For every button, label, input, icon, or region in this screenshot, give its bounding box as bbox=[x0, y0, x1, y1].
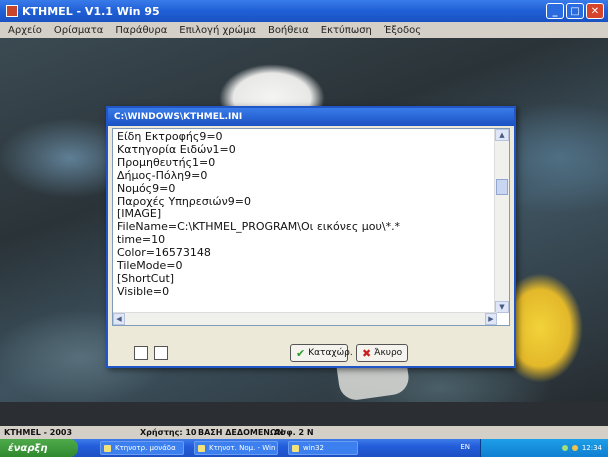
main-titlebar[interactable]: KTHMEL - V1.1 Win 95 _ □ ✕ bbox=[0, 0, 608, 22]
app-icon bbox=[6, 5, 18, 17]
scroll-up-icon[interactable]: ▲ bbox=[495, 129, 509, 141]
ini-line: Νομός9=0 bbox=[117, 181, 176, 195]
language-indicator[interactable]: EN bbox=[460, 443, 470, 451]
cancel-x-icon: ✖ bbox=[362, 346, 372, 360]
scroll-left-icon[interactable]: ◀ bbox=[113, 313, 125, 325]
ini-line: Είδη Εκτροφής9=0 bbox=[117, 130, 223, 143]
horizontal-scrollbar[interactable]: ◀ ▶ bbox=[113, 312, 497, 325]
check-icon: ✔ bbox=[296, 346, 306, 360]
option-box-1[interactable] bbox=[134, 346, 148, 360]
menu-item-exit[interactable]: Έξοδος bbox=[384, 25, 421, 36]
taskbar-item[interactable]: Κτηνοτρ. μονάδα bbox=[100, 441, 184, 455]
save-button-label: Καταχώρ. bbox=[308, 348, 353, 358]
minimize-button[interactable]: _ bbox=[546, 3, 564, 19]
close-button[interactable]: ✕ bbox=[586, 3, 604, 19]
vertical-scrollbar[interactable]: ▲ ▼ bbox=[494, 129, 509, 313]
ini-line: Visible=0 bbox=[117, 284, 170, 298]
system-tray: 12:34 bbox=[480, 439, 608, 457]
ini-line: TileMode=0 bbox=[117, 259, 183, 273]
status-flag: Ασφ. 2 Ν bbox=[274, 428, 314, 437]
taskbar: έναρξη Κτηνοτρ. μονάδα Κτηνοτ. Νομ. - Wi… bbox=[0, 439, 608, 457]
menu-item-file[interactable]: Αρχείο bbox=[8, 25, 42, 36]
option-box-2[interactable] bbox=[154, 346, 168, 360]
menu-item-color[interactable]: Επιλογή χρώμα bbox=[179, 25, 256, 36]
status-app: KTHMEL - 2003 bbox=[4, 428, 73, 437]
ini-line: FileName=C:\KTHMEL_PROGRAM\Οι εικόνες μο… bbox=[117, 220, 401, 234]
statusbar: KTHMEL - 2003 Χρήστης: 10 ΒΑΣΗ ΔΕΔΟΜΕΝΩΝ… bbox=[0, 426, 608, 439]
ini-line: Παροχές Υπηρεσιών9=0 bbox=[117, 194, 251, 208]
start-button[interactable]: έναρξη bbox=[0, 439, 78, 457]
menu-item-windows[interactable]: Παράθυρα bbox=[115, 25, 167, 36]
cancel-button[interactable]: ✖ Άκυρο bbox=[356, 344, 408, 362]
status-user: Χρήστης: 10 bbox=[140, 428, 197, 437]
scroll-down-icon[interactable]: ▼ bbox=[495, 301, 509, 313]
ini-text-lines: Είδη Εκτροφής9=0 Κατηγορία Ειδών1=0 Προμ… bbox=[113, 129, 509, 299]
maximize-button[interactable]: □ bbox=[566, 3, 584, 19]
ini-line: Δήμος-Πόλη9=0 bbox=[117, 168, 208, 182]
menu-item-help[interactable]: Βοήθεια bbox=[268, 25, 309, 36]
window-title: KTHMEL - V1.1 Win 95 bbox=[22, 4, 160, 18]
taskbar-item[interactable]: win32 bbox=[288, 441, 358, 455]
scroll-thumb[interactable] bbox=[496, 179, 508, 195]
menu-item-print[interactable]: Εκτύπωση bbox=[321, 25, 372, 36]
clock[interactable]: 12:34 bbox=[582, 444, 602, 452]
ini-line: [ShortCut] bbox=[117, 271, 175, 285]
tray-network-icon[interactable] bbox=[561, 445, 568, 451]
menu-item-arguments[interactable]: Ορίσματα bbox=[54, 25, 104, 36]
ini-text-area[interactable]: Είδη Εκτροφής9=0 Κατηγορία Ειδών1=0 Προμ… bbox=[112, 128, 510, 326]
ini-line: Κατηγορία Ειδών1=0 bbox=[117, 142, 236, 156]
save-button[interactable]: ✔ Καταχώρ. bbox=[290, 344, 353, 362]
dialog-title[interactable]: C:\WINDOWS\KTHMEL.INI bbox=[108, 108, 514, 126]
cancel-button-label: Άκυρο bbox=[374, 348, 403, 358]
status-database: ΒΑΣΗ ΔΕΔΟΜΕΝΩΝ bbox=[198, 428, 284, 437]
tray-volume-icon[interactable] bbox=[571, 445, 578, 451]
ini-line: Προμηθευτής1=0 bbox=[117, 155, 216, 169]
scroll-right-icon[interactable]: ▶ bbox=[485, 313, 497, 325]
menubar: Αρχείο Ορίσματα Παράθυρα Επιλογή χρώμα Β… bbox=[0, 22, 608, 38]
ini-editor-dialog: C:\WINDOWS\KTHMEL.INI Είδη Εκτροφής9=0 Κ… bbox=[106, 106, 516, 368]
taskbar-item[interactable]: Κτηνοτ. Νομ. - Win bbox=[194, 441, 278, 455]
